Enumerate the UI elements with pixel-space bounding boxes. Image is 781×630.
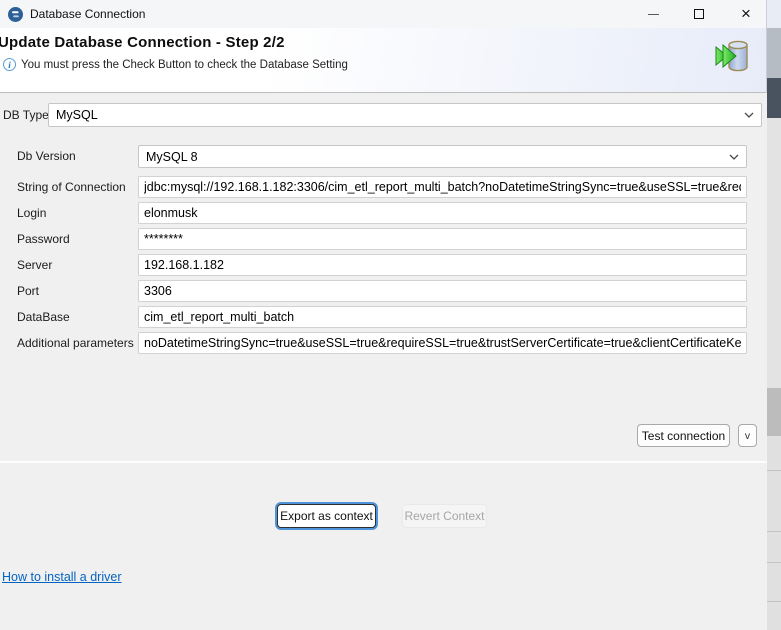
connection-string-row: String of Connection [0,176,767,199]
server-input[interactable] [138,254,747,276]
password-label: Password [17,228,70,250]
login-input[interactable] [138,202,747,224]
connection-string-input[interactable] [138,176,747,198]
section-separator [0,461,767,463]
server-row: Server [0,254,767,277]
database-label: DataBase [17,306,70,328]
additional-parameters-row: Additional parameters [0,332,767,355]
password-row: Password [0,228,767,251]
db-version-label: Db Version [17,145,76,167]
server-label: Server [17,254,52,276]
how-to-install-driver-link[interactable]: How to install a driver [2,570,122,584]
window-title: Database Connection [30,7,145,21]
wizard-header: Update Database Connection - Step 2/2 i … [0,28,766,93]
background-strip-segment [767,388,781,436]
close-button[interactable]: × [731,0,761,28]
background-strip-segment [767,0,781,28]
minimize-icon [648,14,659,15]
maximize-icon [694,9,704,19]
info-row: i You must press the Check Button to che… [3,58,348,71]
port-label: Port [17,280,39,302]
additional-parameters-input[interactable] [138,332,747,354]
password-input[interactable] [138,228,747,250]
test-connection-button[interactable]: Test connection [637,424,730,447]
database-connection-dialog: Database Connection × Update Database Co… [0,0,767,630]
db-type-combo[interactable]: MySQL [48,103,762,127]
export-as-context-button[interactable]: Export as context [277,504,376,528]
port-row: Port [0,280,767,303]
minimize-button[interactable] [638,0,668,28]
db-type-label: DB Type [3,103,49,127]
db-version-row: Db Version MySQL 8 [0,145,767,168]
background-window-strip [767,0,781,630]
background-strip-segment [767,118,781,388]
background-scrollbar-thumb [767,78,781,118]
login-row: Login [0,202,767,225]
db-version-value: MySQL 8 [146,150,198,164]
info-message: You must press the Check Button to check… [21,59,348,71]
port-input[interactable] [138,280,747,302]
connection-string-label: String of Connection [17,176,126,198]
page-title: Update Database Connection - Step 2/2 [0,34,285,51]
database-row: DataBase [0,306,767,329]
database-connection-window: Database Connection × Update Database Co… [0,0,781,630]
database-input[interactable] [138,306,747,328]
info-icon: i [3,58,16,71]
background-strip-line [767,562,781,563]
revert-context-button[interactable]: Revert Context [402,504,487,528]
background-strip-segment [767,28,781,78]
database-wizard-icon [714,37,750,75]
background-strip-line [767,531,781,532]
chevron-down-icon [744,112,754,118]
maximize-button[interactable] [684,0,714,28]
form-body: DB Type MySQL Db Version MySQL 8 [0,93,767,630]
db-type-row: DB Type MySQL [0,103,767,127]
background-strip-line [767,470,781,471]
additional-parameters-label: Additional parameters [17,332,134,354]
titlebar: Database Connection × [0,0,766,28]
login-label: Login [17,202,46,224]
test-connection-dropdown-button[interactable]: v [738,424,757,447]
chevron-down-icon [729,154,739,160]
db-version-combo[interactable]: MySQL 8 [138,145,747,168]
background-strip-line [767,601,781,602]
app-logo-icon [8,7,23,22]
db-type-value: MySQL [56,108,98,122]
